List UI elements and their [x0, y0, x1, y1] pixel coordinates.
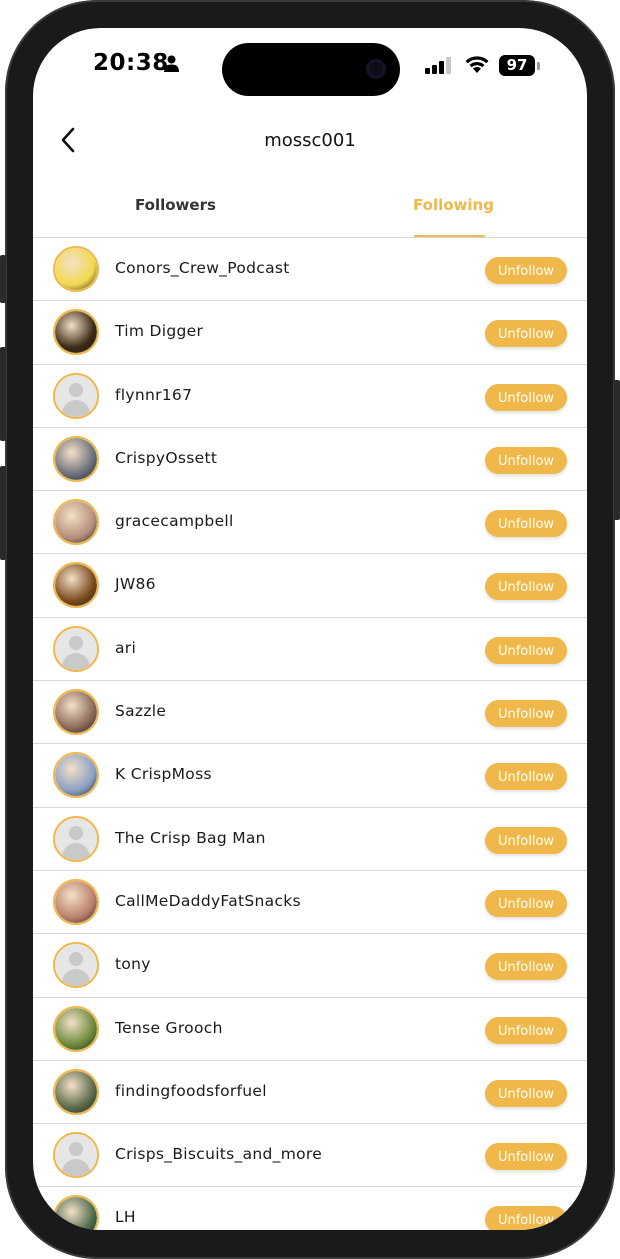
unfollow-button[interactable]: Unfollow: [485, 826, 567, 854]
unfollow-button[interactable]: Unfollow: [485, 320, 567, 348]
avatar[interactable]: [53, 1068, 99, 1115]
avatar-image: [55, 311, 97, 354]
avatar[interactable]: [53, 435, 99, 482]
avatar[interactable]: [53, 1195, 99, 1230]
username[interactable]: Crisps_Biscuits_and_more: [115, 1145, 322, 1163]
unfollow-button[interactable]: Unfollow: [485, 1079, 567, 1107]
avatar[interactable]: [53, 246, 99, 292]
unfollow-button[interactable]: Unfollow: [485, 446, 567, 474]
avatar-image: [55, 564, 97, 607]
signal-icon: [425, 57, 451, 74]
unfollow-button[interactable]: Unfollow: [485, 573, 567, 601]
dynamic-island: [222, 43, 400, 96]
default-avatar-icon: [55, 1134, 97, 1177]
username[interactable]: K CrispMoss: [115, 765, 212, 783]
unfollow-button[interactable]: Unfollow: [485, 383, 567, 411]
list-item[interactable]: tony Unfollow: [33, 934, 587, 998]
default-avatar-icon: [55, 817, 97, 860]
action-button: [0, 255, 6, 303]
username[interactable]: gracecampbell: [115, 512, 234, 530]
tab-followers[interactable]: Followers: [135, 196, 216, 214]
unfollow-button[interactable]: Unfollow: [485, 1143, 567, 1171]
username[interactable]: Tense Grooch: [115, 1019, 223, 1037]
avatar[interactable]: [53, 499, 99, 546]
battery-icon: 97: [499, 55, 535, 76]
list-item[interactable]: CrispyOssett Unfollow: [33, 428, 587, 492]
list-item[interactable]: LH Unfollow: [33, 1187, 587, 1230]
list-item[interactable]: The Crisp Bag Man Unfollow: [33, 808, 587, 871]
status-bar: 20:38 97: [33, 28, 587, 103]
avatar[interactable]: [53, 942, 99, 989]
avatar[interactable]: [53, 562, 99, 609]
volume-up-button: [0, 347, 6, 441]
username[interactable]: JW86: [115, 575, 156, 593]
unfollow-button[interactable]: Unfollow: [485, 510, 567, 538]
avatar[interactable]: [53, 625, 99, 672]
unfollow-button[interactable]: Unfollow: [485, 636, 567, 664]
username[interactable]: Sazzle: [115, 702, 166, 720]
list-item[interactable]: flynnr167 Unfollow: [33, 365, 587, 428]
camera-icon: [366, 59, 386, 79]
avatar[interactable]: [53, 372, 99, 419]
list-item[interactable]: ari Unfollow: [33, 618, 587, 682]
avatar[interactable]: [53, 878, 99, 925]
avatar-image: [55, 437, 97, 480]
username[interactable]: CrispyOssett: [115, 449, 217, 467]
tab-following[interactable]: Following: [413, 196, 494, 214]
avatar[interactable]: [53, 309, 99, 356]
avatar-image: [55, 1007, 97, 1050]
default-avatar-icon: [55, 627, 97, 670]
battery-tip: [537, 62, 540, 70]
avatar-image: [55, 248, 97, 290]
default-avatar-icon: [55, 374, 97, 417]
avatar[interactable]: [53, 1132, 99, 1179]
avatar[interactable]: [53, 815, 99, 862]
default-avatar-icon: [55, 944, 97, 987]
person-icon: [164, 55, 179, 72]
avatar-image: [55, 1197, 97, 1230]
avatar-image: [55, 691, 97, 734]
list-item[interactable]: Tim Digger Unfollow: [33, 301, 587, 365]
list-item[interactable]: gracecampbell Unfollow: [33, 491, 587, 555]
avatar-image: [55, 754, 97, 797]
username[interactable]: The Crisp Bag Man: [115, 829, 266, 847]
wifi-icon: [465, 56, 489, 73]
list-item[interactable]: Crisps_Biscuits_and_more Unfollow: [33, 1124, 587, 1188]
list-item[interactable]: Conors_Crew_Podcast Unfollow: [33, 238, 587, 302]
username[interactable]: Tim Digger: [115, 322, 203, 340]
list-item[interactable]: JW86 Unfollow: [33, 554, 587, 618]
volume-down-button: [0, 466, 6, 560]
list-item[interactable]: K CrispMoss Unfollow: [33, 744, 587, 808]
username[interactable]: tony: [115, 955, 151, 973]
unfollow-button[interactable]: Unfollow: [485, 1206, 567, 1230]
avatar[interactable]: [53, 689, 99, 736]
list-item[interactable]: Tense Grooch Unfollow: [33, 998, 587, 1061]
unfollow-button[interactable]: Unfollow: [485, 257, 567, 284]
avatar[interactable]: [53, 752, 99, 799]
avatar-image: [55, 501, 97, 544]
unfollow-button[interactable]: Unfollow: [485, 889, 567, 917]
status-time: 20:38: [93, 50, 169, 76]
list-item[interactable]: findingfoodsforfuel Unfollow: [33, 1061, 587, 1125]
unfollow-button[interactable]: Unfollow: [485, 700, 567, 728]
avatar-image: [55, 1070, 97, 1113]
avatar[interactable]: [53, 1005, 99, 1052]
unfollow-button[interactable]: Unfollow: [485, 763, 567, 791]
unfollow-button[interactable]: Unfollow: [485, 953, 567, 981]
list-item[interactable]: CallMeDaddyFatSnacks Unfollow: [33, 871, 587, 935]
username[interactable]: ari: [115, 639, 136, 657]
page-title: mossc001: [264, 130, 356, 151]
username[interactable]: Conors_Crew_Podcast: [115, 259, 290, 277]
username[interactable]: LH: [115, 1208, 136, 1226]
avatar-image: [55, 880, 97, 923]
username[interactable]: findingfoodsforfuel: [115, 1082, 267, 1100]
unfollow-button[interactable]: Unfollow: [485, 1016, 567, 1044]
username[interactable]: CallMeDaddyFatSnacks: [115, 892, 301, 910]
username[interactable]: flynnr167: [115, 386, 192, 404]
screen: 20:38 97 mossc001 Followers Following Co…: [33, 28, 587, 1230]
list-item[interactable]: Sazzle Unfollow: [33, 681, 587, 745]
following-list: Conors_Crew_Podcast Unfollow Tim Digger Unf…: [33, 238, 587, 1230]
power-button: [614, 380, 620, 520]
